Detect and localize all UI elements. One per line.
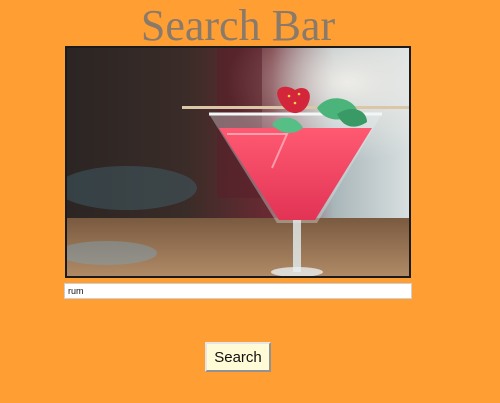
page-title: Search Bar — [140, 1, 336, 50]
search-button[interactable]: Search — [205, 342, 271, 372]
search-input[interactable] — [64, 283, 412, 299]
cocktail-image — [65, 46, 411, 278]
cocktail-illustration — [67, 48, 409, 276]
